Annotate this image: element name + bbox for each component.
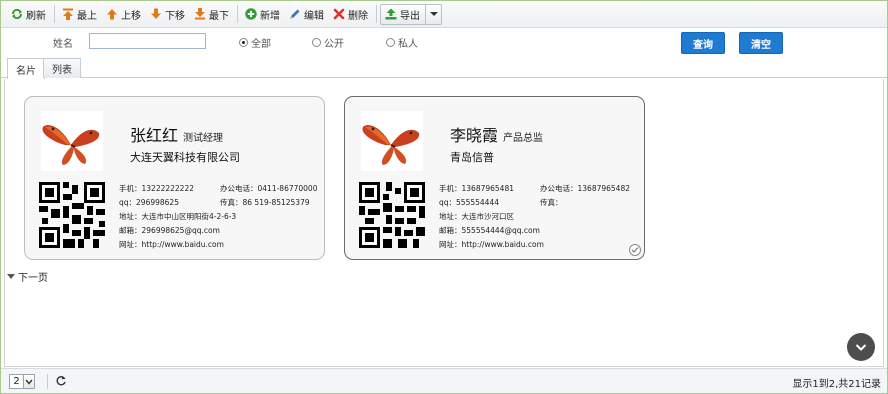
delete-button[interactable]: 删除 [329, 3, 372, 25]
contact-qq: qq：296998625 [119, 198, 179, 207]
move-up-label: 上移 [121, 10, 141, 22]
edit-button[interactable]: 编辑 [285, 3, 328, 25]
contact-mobile: 手机：13687965481 [439, 184, 514, 193]
next-page-link[interactable]: 下一页 [7, 269, 48, 284]
reload-icon[interactable] [55, 375, 67, 387]
move-top-button[interactable]: 最上 [58, 3, 101, 25]
tab-card[interactable]: 名片 [7, 58, 45, 79]
add-button[interactable]: 新增 [241, 3, 284, 25]
query-button[interactable]: 查询 [681, 32, 725, 54]
radio-private-label: 私人 [398, 39, 418, 50]
butterfly-image [361, 111, 423, 171]
contact-email: 邮箱：296998625@qq.com [119, 226, 220, 235]
contact-website: 网址：http://www.baidu.com [439, 240, 544, 249]
selected-check-icon[interactable] [629, 244, 641, 256]
butterfly-image [41, 111, 103, 171]
export-button[interactable]: 导出 [380, 3, 442, 25]
view-tabs: 名片 列表 [1, 56, 887, 79]
pager: 2 显示1到2,共21记录 [1, 368, 887, 393]
add-label: 新增 [260, 10, 280, 22]
pager-divider [47, 374, 48, 389]
contact-address: 地址：大连市中山区明阳街4-2-6-3 [119, 212, 237, 221]
contact-email: 邮箱：555554444@qq.com [439, 226, 540, 235]
contact-company: 青岛信普 [450, 151, 494, 164]
contact-website: 网址：http://www.baidu.com [119, 240, 224, 249]
contact-office-phone: 办公电话：0411-86770000 [220, 184, 318, 193]
toolbar-divider [237, 5, 238, 23]
arrow-up-icon [106, 8, 118, 20]
name-input[interactable] [89, 33, 206, 49]
contact-mobile: 手机：13222222222 [119, 184, 194, 193]
contact-name: 李晓霞 [450, 126, 499, 145]
refresh-label: 刷新 [26, 10, 46, 22]
move-bottom-button[interactable]: 最下 [190, 3, 233, 25]
edit-label: 编辑 [304, 10, 324, 22]
caret-down-icon [7, 274, 15, 279]
export-dropdown-toggle[interactable] [425, 4, 441, 24]
name-label: 姓名 [53, 39, 73, 50]
radio-public[interactable]: 公开 [312, 35, 344, 50]
move-up-button[interactable]: 上移 [102, 3, 145, 25]
export-icon [385, 8, 397, 20]
move-bottom-icon [194, 8, 206, 20]
record-summary: 显示1到2,共21记录 [792, 379, 881, 390]
contact-address: 地址：大连市沙河口区 [439, 212, 514, 221]
scroll-down-button[interactable] [847, 333, 875, 361]
pencil-icon [289, 8, 301, 20]
move-down-label: 下移 [165, 10, 185, 22]
next-page-label: 下一页 [18, 273, 48, 284]
radio-all[interactable]: 全部 [239, 35, 271, 50]
search-bar: 姓名 全部 公开 私人 查询 清空 [1, 28, 887, 56]
qr-code-icon [359, 182, 425, 248]
toolbar: 刷新 最上 上移 下移 最下 新增 编辑 删除 导出 [1, 1, 887, 28]
business-card[interactable]: 李晓霞 产品总监 青岛信普 手机：13687965481 办公电话：136879… [344, 96, 645, 260]
export-label: 导出 [400, 10, 420, 22]
refresh-button[interactable]: 刷新 [7, 3, 50, 25]
page-size-value: 2 [9, 374, 23, 389]
contact-title: 产品总监 [503, 133, 543, 144]
page-size-select[interactable]: 2 [9, 374, 35, 389]
radio-all-label: 全部 [251, 39, 271, 50]
toolbar-divider [376, 5, 377, 23]
delete-label: 删除 [348, 10, 368, 22]
card-view: 张红红 测试经理 大连天翼科技有限公司 手机：13222222222 办公电话：… [4, 79, 884, 367]
radio-public-label: 公开 [324, 39, 344, 50]
radio-private[interactable]: 私人 [386, 35, 418, 50]
refresh-icon [11, 8, 23, 20]
contact-qq: qq：555554444 [439, 198, 499, 207]
contact-office-phone: 办公电话：13687965482 [540, 184, 630, 193]
move-down-button[interactable]: 下移 [146, 3, 189, 25]
radio-unchecked-icon [386, 38, 395, 47]
delete-x-icon [333, 8, 345, 20]
contact-company: 大连天翼科技有限公司 [130, 151, 240, 164]
qr-code-icon [39, 182, 105, 248]
contact-fax: 传真：86 519-85125379 [220, 198, 310, 207]
chevron-down-icon [855, 344, 867, 351]
arrow-down-icon [150, 8, 162, 20]
radio-checked-icon [239, 38, 248, 47]
contact-fax: 传真： [540, 198, 563, 207]
chevron-down-icon[interactable] [23, 374, 35, 389]
move-bottom-label: 最下 [209, 10, 229, 22]
move-top-label: 最上 [77, 10, 97, 22]
radio-unchecked-icon [312, 38, 321, 47]
move-top-icon [62, 8, 74, 20]
chevron-down-icon [429, 12, 438, 16]
plus-icon [245, 8, 257, 20]
contact-name: 张红红 [130, 126, 179, 145]
contact-title: 测试经理 [183, 133, 223, 144]
toolbar-divider [54, 5, 55, 23]
business-card[interactable]: 张红红 测试经理 大连天翼科技有限公司 手机：13222222222 办公电话：… [24, 96, 325, 260]
tab-list[interactable]: 列表 [43, 58, 81, 78]
clear-button[interactable]: 清空 [739, 32, 783, 54]
